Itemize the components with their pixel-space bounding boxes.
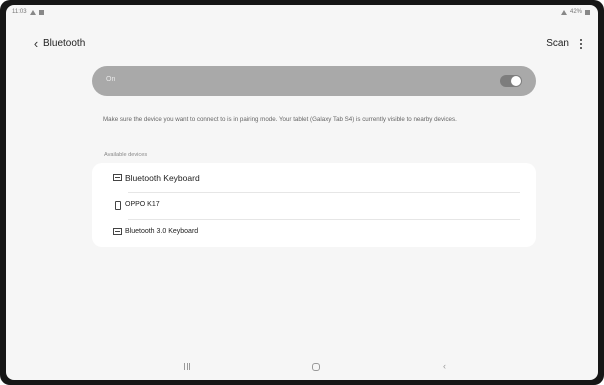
chevron-left-icon: ‹: [33, 35, 39, 51]
bluetooth-toggle-switch[interactable]: [500, 75, 522, 87]
device-frame: 11:03 42% ‹ Bluetooth Scan On Make sure …: [0, 0, 604, 385]
keyboard-icon: [113, 228, 123, 236]
recents-icon[interactable]: [184, 363, 191, 371]
device-row-bluetooth-keyboard[interactable]: Bluetooth Keyboard: [92, 165, 536, 193]
device-name: Bluetooth 3.0 Keyboard: [125, 228, 199, 235]
device-name: OPPO K17: [125, 201, 160, 208]
device-row-oppo-k17[interactable]: OPPO K17: [92, 192, 536, 220]
page-title: Bluetooth: [43, 38, 86, 49]
keyboard-icon: [113, 174, 123, 182]
status-bar: 11:03 42%: [6, 5, 598, 19]
battery-text: 42%: [569, 9, 582, 15]
notification-icon: [38, 9, 44, 15]
wifi-icon: [560, 9, 567, 15]
status-time: 11:03: [12, 9, 27, 15]
navigation-bar: ‹: [6, 358, 598, 380]
back-icon[interactable]: ‹: [443, 361, 446, 371]
home-icon[interactable]: [312, 363, 320, 371]
bluetooth-toggle-card[interactable]: On: [92, 66, 536, 96]
toggle-label: On: [106, 76, 116, 83]
battery-icon: [585, 9, 590, 15]
available-devices-header: Available devices: [104, 152, 148, 158]
device-name: Bluetooth Keyboard: [125, 173, 200, 183]
more-vertical-icon[interactable]: [576, 36, 586, 52]
device-list: Bluetooth Keyboard OPPO K17 Bluetooth 3.…: [92, 163, 536, 247]
status-left: 11:03: [12, 9, 44, 15]
scan-button[interactable]: Scan: [546, 38, 569, 49]
screen: 11:03 42% ‹ Bluetooth Scan On Make sure …: [6, 5, 598, 380]
phone-icon: [113, 201, 123, 210]
alert-icon: [29, 9, 36, 15]
app-header: ‹ Bluetooth Scan: [6, 33, 598, 53]
toggle-knob: [511, 76, 521, 86]
device-row-bluetooth-3-keyboard[interactable]: Bluetooth 3.0 Keyboard: [92, 219, 536, 247]
pairing-description: Make sure the device you want to connect…: [103, 116, 457, 123]
status-right: 42%: [560, 9, 590, 15]
back-button[interactable]: ‹: [28, 35, 44, 51]
